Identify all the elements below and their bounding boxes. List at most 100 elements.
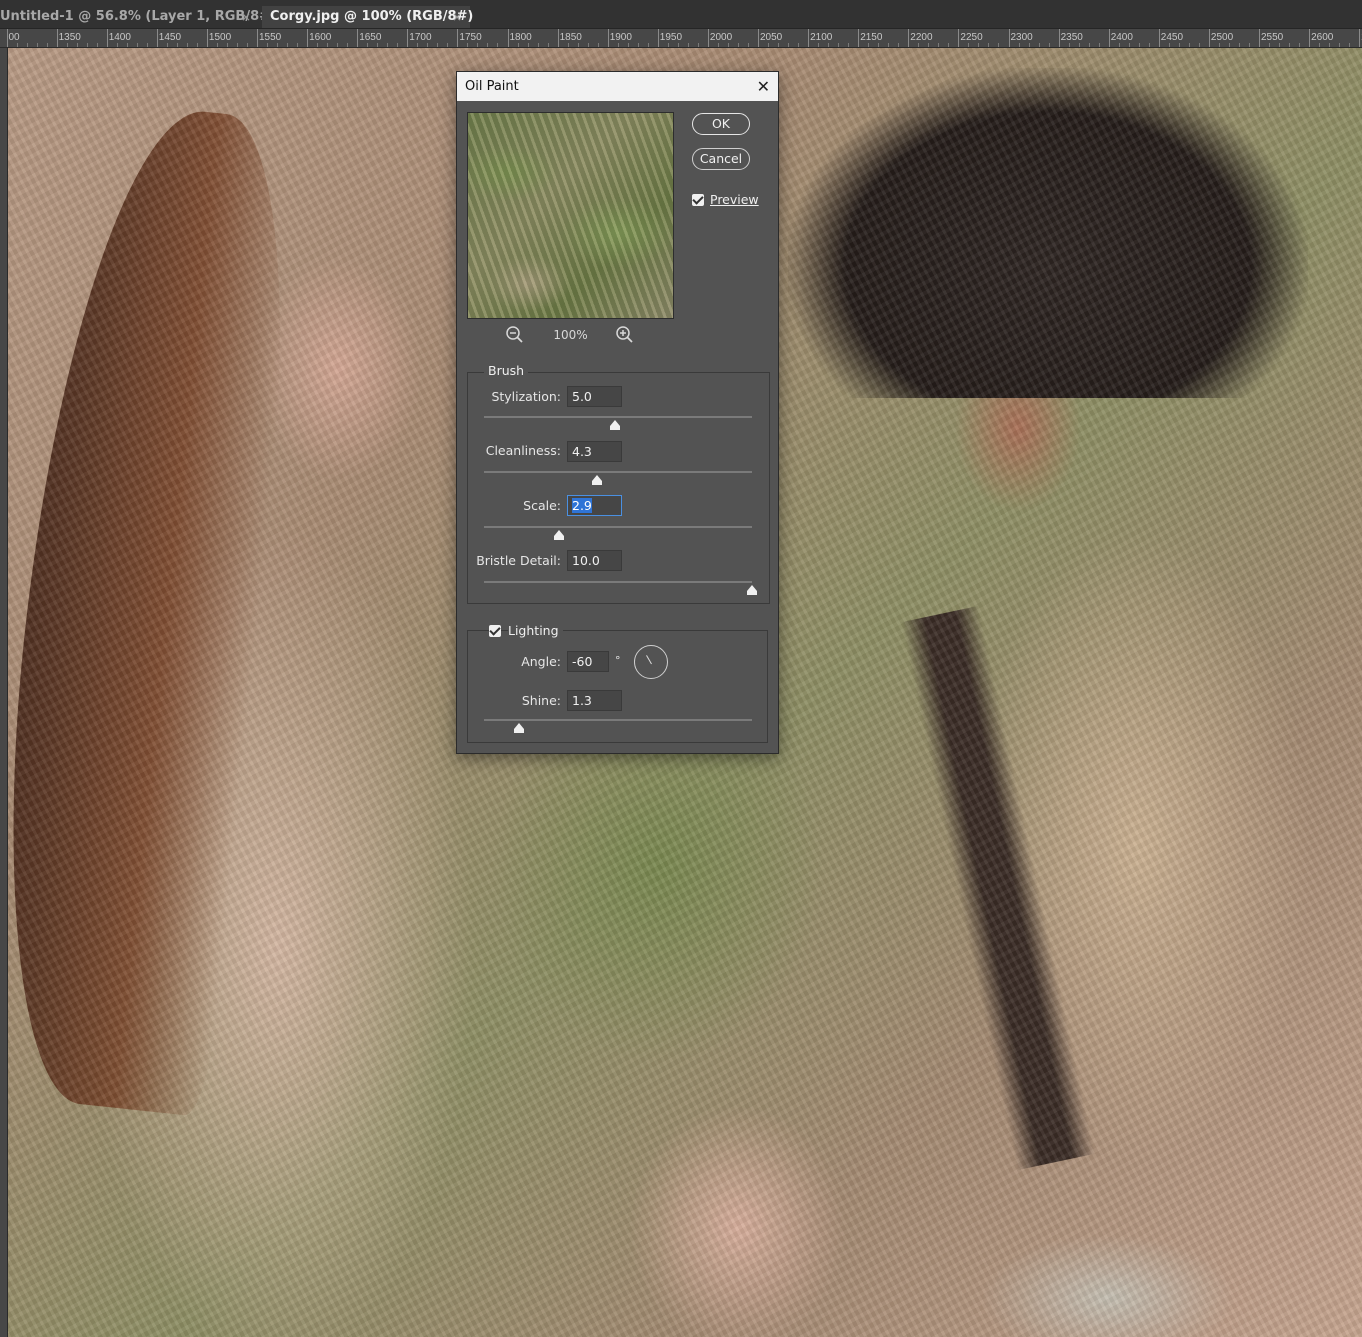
ruler-minor-tick [1319, 43, 1321, 47]
filter-preview-image[interactable] [467, 112, 674, 319]
ruler-minor-tick [437, 43, 439, 47]
ruler-major-tick [357, 29, 359, 47]
ruler-minor-tick [1048, 43, 1050, 47]
ruler-minor-tick [838, 43, 840, 47]
ruler-major-tick [1158, 29, 1160, 47]
ruler-minor-tick [888, 43, 890, 47]
stylization-slider-track[interactable] [484, 416, 752, 430]
ruler-major-tick [707, 29, 709, 47]
ruler-minor-tick [1078, 43, 1080, 47]
ruler-label: 2050 [760, 32, 783, 43]
ruler-minor-tick [737, 43, 739, 47]
preview-checkbox[interactable] [692, 194, 704, 206]
cancel-button[interactable]: Cancel [692, 148, 750, 170]
bristle-detail-slider-track[interactable] [484, 581, 757, 595]
ruler-label: 1400 [108, 32, 131, 43]
scale-input[interactable]: 2.9 [567, 495, 622, 516]
ruler-label: 1600 [309, 32, 332, 43]
ruler-major-tick [1208, 29, 1210, 47]
angle-input[interactable]: -60 [567, 651, 609, 672]
ruler-minor-tick [1218, 43, 1220, 47]
ruler-label: 00 [8, 32, 20, 43]
ruler-minor-tick [1148, 43, 1150, 47]
ruler-major-tick [1309, 29, 1311, 47]
ruler-label: 1850 [559, 32, 582, 43]
ruler-minor-tick [1228, 43, 1230, 47]
ruler-label: 2300 [1010, 32, 1033, 43]
tab-corgy[interactable]: Corgy.jpg @ 100% (RGB/8#) × [262, 6, 473, 28]
cleanliness-slider-track[interactable] [484, 471, 752, 485]
scale-slider-track[interactable] [484, 526, 752, 540]
ruler-major-tick [808, 29, 810, 47]
ruler-minor-tick [928, 43, 930, 47]
bristle-detail-input[interactable]: 10.0 [567, 550, 622, 571]
cleanliness-input[interactable]: 4.3 [567, 441, 622, 462]
tab-close-icon[interactable]: × [452, 6, 462, 28]
ruler-minor-tick [16, 43, 18, 47]
ruler-minor-tick [226, 43, 228, 47]
close-icon[interactable]: ✕ [757, 72, 770, 101]
ruler-minor-tick [828, 43, 830, 47]
ruler-minor-tick [667, 43, 669, 47]
ruler-major-tick [958, 29, 960, 47]
ruler-minor-tick [1299, 43, 1301, 47]
ruler-minor-tick [1289, 43, 1291, 47]
ruler-label: 2100 [810, 32, 833, 43]
ruler-minor-tick [116, 43, 118, 47]
ruler-minor-tick [1349, 43, 1351, 47]
ruler-label: 1950 [659, 32, 683, 43]
ruler-minor-tick [86, 43, 88, 47]
ruler-minor-tick [1068, 43, 1070, 47]
preview-label-text: Preview [710, 192, 759, 207]
tab-close-icon[interactable]: × [241, 6, 251, 28]
ruler-minor-tick [687, 43, 689, 47]
ruler-minor-tick [1128, 43, 1130, 47]
ruler-major-tick [206, 29, 208, 47]
lighting-checkbox[interactable] [489, 625, 501, 637]
ruler-minor-tick [517, 43, 519, 47]
ruler-minor-tick [898, 43, 900, 47]
ruler-minor-tick [297, 43, 299, 47]
ruler-major-tick [307, 29, 309, 47]
ruler-minor-tick [647, 43, 649, 47]
vertical-ruler[interactable] [0, 48, 8, 1337]
ruler-minor-tick [1138, 43, 1140, 47]
zoom-in-icon[interactable] [615, 325, 635, 345]
ruler-minor-tick [236, 43, 238, 47]
preview-checkbox-label[interactable]: Preview [710, 192, 759, 207]
ruler-minor-tick [998, 43, 1000, 47]
ruler-major-tick [156, 29, 158, 47]
ruler-minor-tick [1238, 43, 1240, 47]
lighting-label[interactable]: Lighting [508, 623, 563, 638]
shine-slider-track[interactable] [484, 719, 752, 733]
ok-button[interactable]: OK [692, 113, 750, 135]
dialog-title-bar[interactable]: Oil Paint ✕ [457, 72, 778, 101]
ruler-minor-tick [547, 43, 549, 47]
ruler-minor-tick [988, 43, 990, 47]
ruler-major-tick [6, 29, 8, 47]
ruler-major-tick [657, 29, 659, 47]
ruler-minor-tick [467, 43, 469, 47]
ruler-minor-tick [267, 43, 269, 47]
angle-dial[interactable] [634, 645, 668, 679]
ruler-minor-tick [36, 43, 38, 47]
ruler-minor-tick [387, 43, 389, 47]
ruler-minor-tick [447, 43, 449, 47]
ruler-minor-tick [277, 43, 279, 47]
tab-untitled-1[interactable]: Untitled-1 @ 56.8% (Layer 1, RGB/8#) * × [0, 6, 287, 28]
ruler-minor-tick [717, 43, 719, 47]
painted-suspender-region [900, 605, 1096, 1171]
ruler-major-tick [56, 29, 58, 47]
ruler-label: 1500 [208, 32, 232, 43]
ruler-minor-tick [377, 43, 379, 47]
ruler-label: 1550 [259, 32, 282, 43]
ruler-minor-tick [637, 43, 639, 47]
stylization-input[interactable]: 5.0 [567, 386, 622, 407]
ruler-major-tick [858, 29, 860, 47]
ruler-minor-tick [196, 43, 198, 47]
ruler-minor-tick [1018, 43, 1020, 47]
shine-input[interactable]: 1.3 [567, 690, 622, 711]
horizontal-ruler[interactable]: 00 1350 1400 1450 1500 1550 1600 1650 1700 1750 18… [0, 29, 1362, 48]
ruler-minor-tick [1098, 43, 1100, 47]
degree-symbol: ° [615, 654, 621, 667]
